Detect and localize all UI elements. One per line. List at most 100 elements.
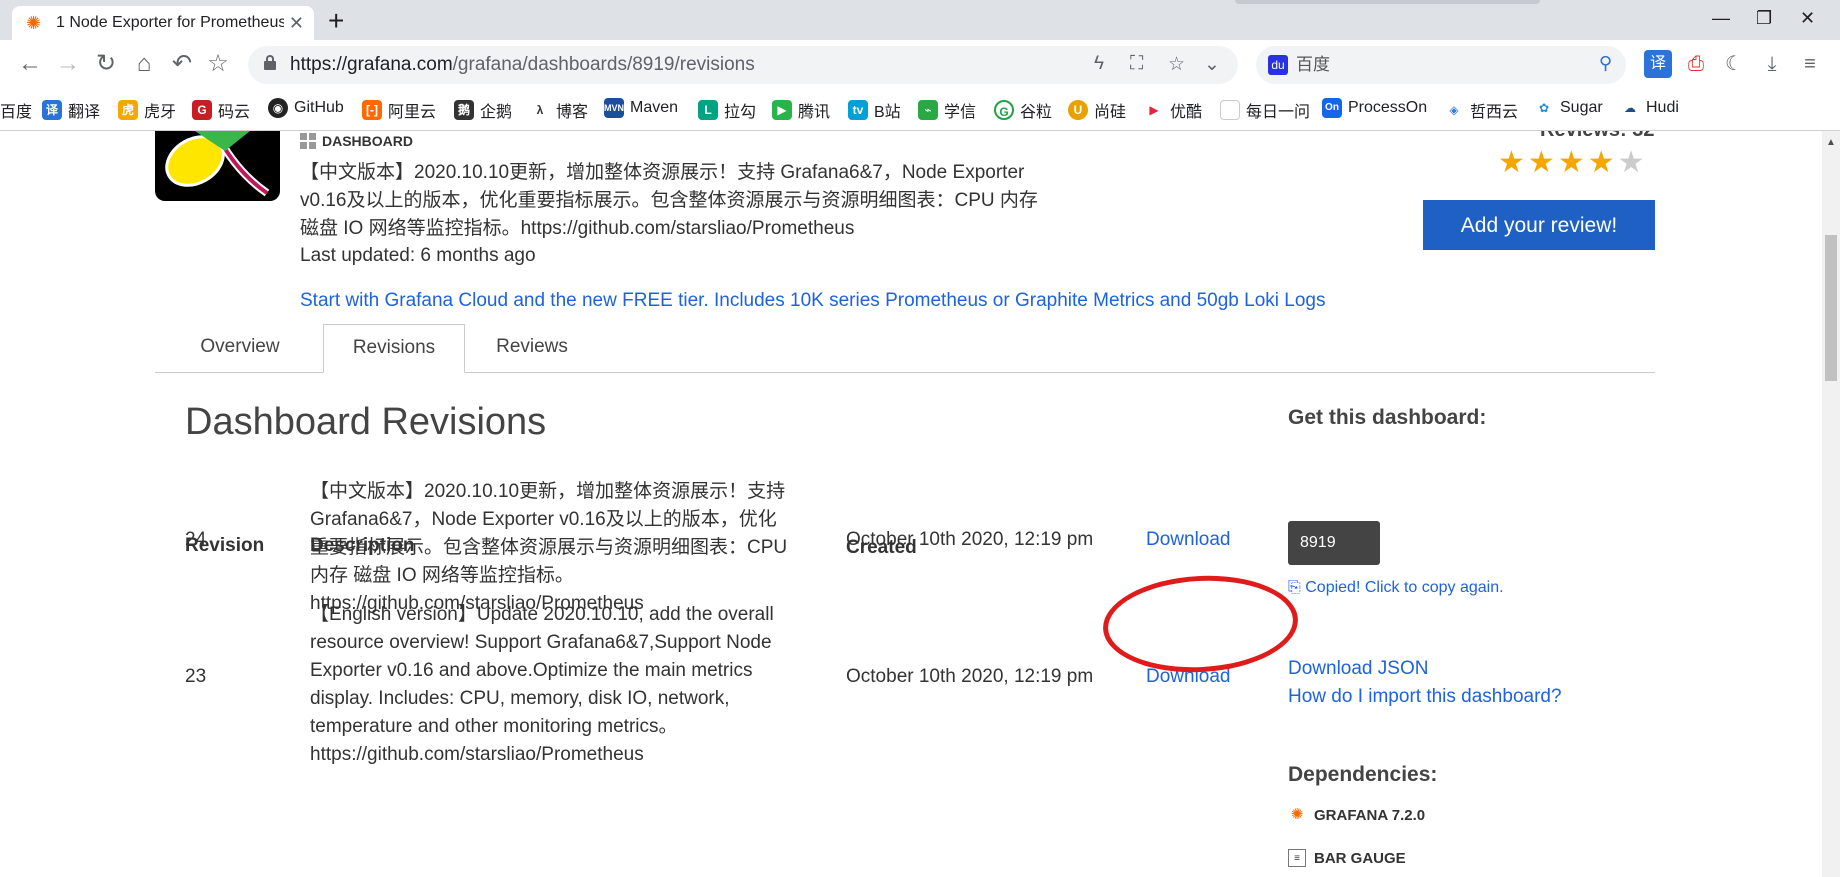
reload-icon[interactable]: ↻ [90, 48, 122, 80]
bookmark-maven[interactable]: MVN Maven [604, 98, 678, 118]
search-icon[interactable]: ⚲ [1599, 53, 1612, 74]
bookmark-aliyun[interactable]: [-] 阿里云 [362, 98, 436, 122]
revision-created: October 10th 2020, 12:19 pm [846, 529, 1094, 550]
bookmark-daily[interactable]: 每日一问 [1220, 98, 1310, 122]
download-link[interactable]: Download [1146, 529, 1231, 551]
bookmark-bilibili[interactable]: tv B站 [848, 98, 901, 122]
bookmark-lagou[interactable]: L 拉勾 [698, 98, 756, 122]
star-icon: ★ [1587, 146, 1618, 179]
processon-icon: On [1322, 98, 1342, 118]
browser-tab[interactable]: ✺ 1 Node Exporter for Prometheus ✕ [12, 6, 314, 40]
maven-icon: MVN [604, 98, 624, 118]
dashboard-id-copy-box[interactable]: 8919 [1288, 521, 1380, 565]
lightning-icon[interactable]: ϟ [1094, 53, 1104, 75]
bookmark-zhexiyun[interactable]: ◈ 哲西云 [1444, 98, 1518, 122]
lock-icon [264, 55, 276, 70]
window-close-icon[interactable]: ✕ [1800, 8, 1815, 29]
download-json-link[interactable]: Download JSON [1288, 658, 1428, 680]
bookmark-processon[interactable]: On ProcessOn [1322, 98, 1427, 118]
dark-mode-icon[interactable]: ☾ [1720, 50, 1748, 78]
bookmark-sugar[interactable]: ✿ Sugar [1534, 98, 1603, 118]
bookmark-label: 学信 [944, 104, 977, 121]
new-tab-icon[interactable]: + [328, 6, 344, 36]
home-icon[interactable]: ⌂ [128, 48, 160, 80]
gitee-icon: G [192, 100, 212, 120]
penguin-icon: 鹅 [454, 100, 474, 120]
translate-extension-icon[interactable]: 译 [1644, 50, 1672, 78]
bookmark-baidu[interactable]: 百度 [0, 98, 32, 122]
revision-description: 【English version】Update 2020.10.10, add … [310, 604, 774, 765]
import-help-link[interactable]: How do I import this dashboard? [1288, 686, 1562, 708]
bookmark-huya[interactable]: 虎虎牙 [118, 98, 176, 122]
favorite-star-icon[interactable]: ☆ [1168, 53, 1185, 76]
download-icon[interactable]: ⤓ [1758, 50, 1786, 78]
browser-toolbar: ← → ↻ ⌂ ↶ ☆ https://grafana.com/grafana/… [0, 40, 1840, 90]
baidu-search-box[interactable]: du 百度 ⚲ [1256, 46, 1626, 84]
page-scrollbar[interactable]: ▲ [1822, 131, 1840, 877]
shanggui-icon: U [1068, 100, 1088, 120]
tab-overview[interactable]: Overview [155, 324, 325, 372]
bookmark-star-icon[interactable]: ☆ [202, 48, 234, 80]
bookmark-label: 百度 [0, 104, 33, 121]
restore-icon[interactable]: ❐ [1756, 8, 1772, 29]
bookmark-label: 优酷 [1170, 104, 1203, 121]
revision-number: 24 [185, 529, 207, 550]
pdf-extension-icon[interactable]: ⎙ [1682, 50, 1710, 78]
bookmark-tencent[interactable]: ▶ 腾讯 [772, 98, 830, 122]
bookmark-hudi[interactable]: ☁ Hudi [1620, 98, 1679, 118]
bookmark-translate[interactable]: 译翻译 [42, 98, 100, 122]
grafana-cloud-link[interactable]: Start with Grafana Cloud and the new FRE… [300, 290, 1325, 312]
bookmark-github[interactable]: ◉ GitHub [268, 98, 344, 118]
revision-created: October 10th 2020, 12:19 pm [846, 666, 1094, 687]
bookmark-shanggui[interactable]: U 尚硅 [1068, 98, 1126, 122]
bookmark-label: 拉勾 [724, 104, 757, 121]
bookmark-label: 哲西云 [1470, 104, 1519, 121]
bookmark-label: ProcessOn [1348, 99, 1428, 116]
dashboard-summary: 【中文版本】2020.10.10更新，增加整体资源展示！支持 Grafana6&… [300, 162, 1038, 239]
bilibili-icon: tv [848, 100, 868, 120]
bookmark-label: 博客 [556, 104, 589, 121]
baidu-logo-icon: du [1268, 55, 1288, 75]
bookmark-guli[interactable]: G 谷粒 [994, 98, 1052, 122]
dependencies-heading: Dependencies: [1288, 763, 1438, 786]
menu-icon[interactable]: ≡ [1796, 50, 1824, 78]
scroll-up-icon[interactable]: ▲ [1826, 137, 1836, 148]
grid-icon [300, 133, 316, 149]
red-annotation-circle [1100, 570, 1301, 678]
bookmark-xuexin[interactable]: ⌁ 学信 [918, 98, 976, 122]
revision-number: 23 [185, 666, 207, 687]
dashboard-tag-label: DASHBOARD [322, 133, 413, 149]
translate-bookmark-icon: 译 [42, 100, 62, 120]
forward-icon[interactable]: → [52, 48, 84, 80]
bookmark-penguin[interactable]: 鹅企鹅 [454, 98, 512, 122]
minimize-icon[interactable]: — [1712, 8, 1730, 29]
browser-tabstrip: ✺ 1 Node Exporter for Prometheus ✕ + — ❐… [0, 0, 1840, 40]
address-bar[interactable]: https://grafana.com/grafana/dashboards/8… [248, 46, 1238, 84]
grafana-icon: ✺ [1290, 806, 1304, 823]
chevron-down-icon[interactable]: ⌄ [1204, 53, 1220, 76]
translate-icon[interactable]: ⛶ [1130, 53, 1143, 75]
zhexiyun-icon: ◈ [1444, 100, 1464, 120]
undo-icon[interactable]: ↶ [166, 48, 198, 80]
hudi-icon: ☁ [1620, 98, 1640, 118]
bookmark-youku[interactable]: ▶ 优酷 [1144, 98, 1202, 122]
bookmark-gitee[interactable]: G 码云 [192, 98, 250, 122]
back-icon[interactable]: ← [14, 48, 46, 80]
guli-icon: G [994, 100, 1014, 120]
scrollbar-thumb[interactable] [1825, 235, 1837, 381]
tab-reviews[interactable]: Reviews [465, 324, 599, 372]
tencent-video-icon: ▶ [772, 100, 792, 120]
copied-notice[interactable]: ⎘ Copied! Click to copy again. [1288, 579, 1504, 597]
bookmark-label: B站 [874, 104, 901, 121]
bookmark-blog[interactable]: λ 博客 [530, 98, 588, 122]
rating-stars: ★★★★★ [1498, 145, 1648, 180]
star-icon: ★ [1498, 146, 1528, 179]
star-icon: ★ [1557, 146, 1588, 179]
aliyun-icon: [-] [362, 100, 382, 120]
tab-revisions[interactable]: Revisions [323, 324, 465, 373]
star-empty-icon: ★ [1617, 146, 1648, 179]
dependency-item: ✺ GRAFANA 7.2.0 [1288, 806, 1425, 824]
star-icon: ★ [1527, 146, 1558, 179]
add-review-button[interactable]: Add your review! [1423, 200, 1655, 250]
close-tab-icon[interactable]: ✕ [289, 13, 304, 34]
